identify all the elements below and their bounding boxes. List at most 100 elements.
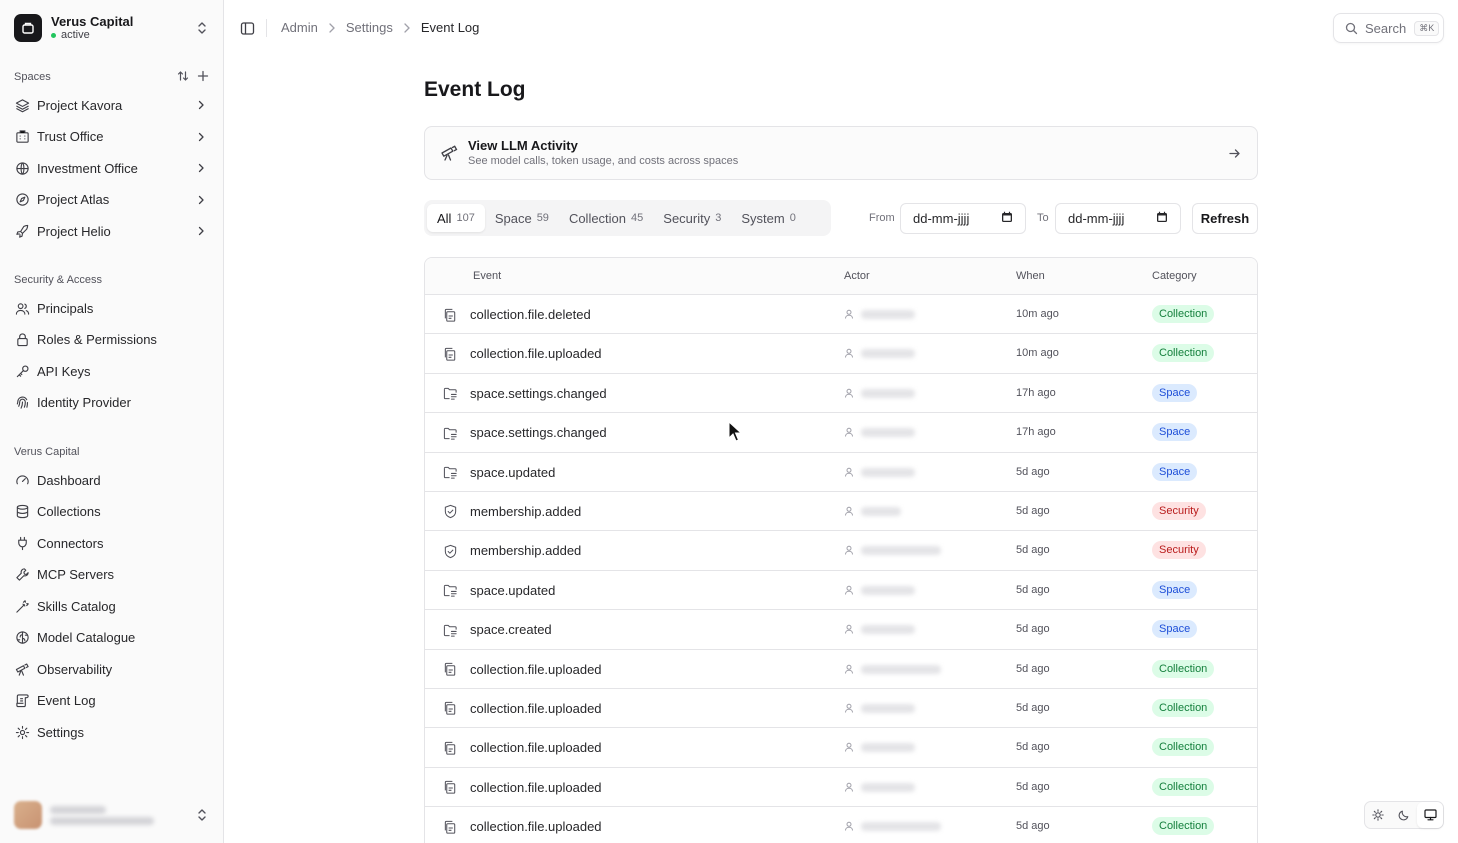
sidebar-item-label: Project Helio <box>37 223 111 239</box>
sidebar-item-collections[interactable]: Collections <box>8 498 216 526</box>
sort-icon[interactable] <box>176 69 190 83</box>
table-row[interactable]: space.updated 5d ago Space <box>425 571 1257 611</box>
sidebar-item-project-atlas[interactable]: Project Atlas <box>8 186 216 214</box>
actor-cell <box>844 701 915 716</box>
users-icon <box>14 300 30 316</box>
folder-settings-icon <box>442 583 458 599</box>
tab-count: 3 <box>715 212 722 224</box>
from-date-value: dd-mm-jjjj <box>913 211 970 226</box>
user-menu[interactable] <box>8 796 216 834</box>
calendar-icon[interactable] <box>1001 211 1013 226</box>
table-row[interactable]: collection.file.uploaded 5d ago Collection <box>425 689 1257 729</box>
refresh-button[interactable]: Refresh <box>1192 203 1258 234</box>
search-shortcut: ⌘K <box>1414 20 1440 36</box>
to-date-value: dd-mm-jjjj <box>1068 211 1125 226</box>
tab-label: All <box>437 210 452 226</box>
llm-activity-card[interactable]: View LLM Activity See model calls, token… <box>424 126 1258 180</box>
table-row[interactable]: collection.file.deleted 10m ago Collection <box>425 295 1257 335</box>
actor-redacted <box>861 467 915 477</box>
category-badge: Space <box>1152 462 1198 481</box>
workspace-name: Verus Capital <box>51 14 134 29</box>
table-row[interactable]: collection.file.uploaded 5d ago Collection <box>425 728 1257 768</box>
event-table: Event Actor When Category collection.fil… <box>424 257 1258 843</box>
user-icon <box>844 307 854 322</box>
category-badge: Collection <box>1152 344 1215 363</box>
category-badge: Security <box>1152 541 1206 560</box>
table-row[interactable]: space.settings.changed 17h ago Space <box>425 374 1257 414</box>
layers-icon <box>14 97 30 113</box>
sidebar-item-api-keys[interactable]: API Keys <box>8 357 216 385</box>
sidebar-item-label: Collections <box>37 504 101 519</box>
sun-icon[interactable] <box>1365 802 1391 828</box>
shield-check-icon <box>442 543 458 559</box>
breadcrumb-settings[interactable]: Settings <box>346 20 393 35</box>
monitor-icon[interactable] <box>1417 802 1443 828</box>
search-button[interactable]: Search ⌘K <box>1333 13 1444 43</box>
category-badge: Space <box>1152 383 1198 402</box>
sidebar-item-identity-provider[interactable]: Identity Provider <box>8 389 216 417</box>
table-row[interactable]: collection.file.uploaded 10m ago Collectio… <box>425 334 1257 374</box>
compass-icon <box>14 192 30 208</box>
table-header: Event Actor When Category <box>425 258 1257 295</box>
table-row[interactable]: collection.file.uploaded 5d ago Collection <box>425 768 1257 808</box>
table-row[interactable]: collection.file.uploaded 5d ago Collection <box>425 650 1257 689</box>
calendar-icon[interactable] <box>1156 211 1168 226</box>
actor-redacted <box>861 822 941 832</box>
tab-system[interactable]: System 0 <box>731 204 805 232</box>
sidebar-item-skills-catalog[interactable]: Skills Catalog <box>8 592 216 620</box>
sidebar-item-dashboard[interactable]: Dashboard <box>8 466 216 494</box>
sidebar-toggle-icon[interactable] <box>238 19 256 37</box>
sidebar-item-label: Observability <box>37 661 113 677</box>
actor-redacted <box>861 506 901 516</box>
to-date-input[interactable]: dd-mm-jjjj <box>1055 203 1181 234</box>
event-time: 10m ago <box>1016 347 1059 360</box>
column-event: Event <box>473 270 502 282</box>
table-row[interactable]: collection.file.uploaded 5d ago Collection <box>425 807 1257 843</box>
table-row[interactable]: membership.added 5d ago Security <box>425 531 1257 571</box>
table-row[interactable]: space.created 5d ago Space <box>425 610 1257 650</box>
table-row[interactable]: space.updated 5d ago Space <box>425 453 1257 492</box>
files-icon <box>442 307 458 323</box>
tab-collection[interactable]: Collection 45 <box>559 204 653 232</box>
moon-icon[interactable] <box>1391 802 1417 828</box>
tab-all[interactable]: All 107 <box>427 204 485 232</box>
sidebar-item-project-kavora[interactable]: Project Kavora <box>8 91 216 119</box>
sidebar-item-investment-office[interactable]: Investment Office <box>8 154 216 182</box>
chevron-right-icon <box>403 22 411 33</box>
sidebar-item-roles-permissions[interactable]: Roles & Permissions <box>8 326 216 354</box>
sidebar-item-event-log[interactable]: Event Log <box>8 687 216 715</box>
table-row[interactable]: membership.added 5d ago Security <box>425 492 1257 532</box>
folder-settings-icon <box>442 425 458 441</box>
add-space-icon[interactable] <box>196 69 210 83</box>
sidebar-item-project-helio[interactable]: Project Helio <box>8 217 216 245</box>
sidebar-item-settings[interactable]: Settings <box>8 718 216 746</box>
tab-space[interactable]: Space 59 <box>485 204 559 232</box>
actor-cell <box>844 307 915 322</box>
user-icon <box>844 740 854 755</box>
table-row[interactable]: space.settings.changed 17h ago Space <box>425 413 1257 453</box>
sidebar-item-mcp-servers[interactable]: MCP Servers <box>8 561 216 589</box>
sidebar-item-trust-office[interactable]: Trust Office <box>8 123 216 151</box>
actor-cell <box>844 740 915 755</box>
sidebar-item-connectors[interactable]: Connectors <box>8 529 216 557</box>
tab-security[interactable]: Security 3 <box>653 204 731 232</box>
sidebar-item-observability[interactable]: Observability <box>8 655 216 683</box>
from-date-input[interactable]: dd-mm-jjjj <box>900 203 1026 234</box>
sidebar-item-principals[interactable]: Principals <box>8 294 216 322</box>
sidebar-item-model-catalogue[interactable]: Model Catalogue <box>8 624 216 652</box>
category-badge: Space <box>1152 423 1198 442</box>
breadcrumb-admin[interactable]: Admin <box>281 20 318 35</box>
files-icon <box>442 701 458 717</box>
divider <box>266 19 267 37</box>
gear-icon <box>14 724 30 740</box>
workspace-switcher[interactable]: Verus Capital active <box>8 10 216 46</box>
folder-settings-icon <box>442 465 458 481</box>
actor-cell <box>844 583 915 598</box>
event-time: 5d ago <box>1016 820 1050 833</box>
sidebar-item-label: Connectors <box>37 535 104 551</box>
actor-redacted <box>861 428 915 438</box>
event-name: space.settings.changed <box>470 425 607 441</box>
event-name: collection.file.uploaded <box>470 346 602 362</box>
to-label: To <box>1037 212 1049 224</box>
status-dot-icon <box>51 33 56 38</box>
